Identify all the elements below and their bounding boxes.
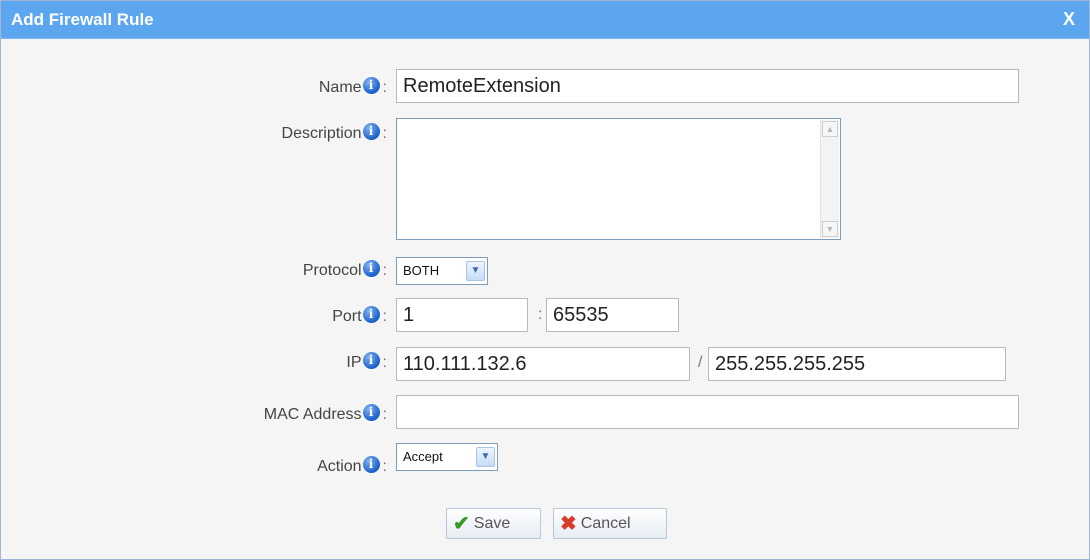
ip-label: IP bbox=[346, 354, 362, 371]
protocol-select[interactable]: BOTH ▼ bbox=[396, 257, 488, 285]
scroll-up-icon[interactable]: ▲ bbox=[822, 121, 838, 137]
info-icon[interactable]: i bbox=[362, 259, 380, 277]
info-icon[interactable]: i bbox=[362, 455, 380, 473]
chevron-down-icon[interactable]: ▼ bbox=[476, 447, 495, 467]
port-end-input[interactable]: 65535 bbox=[546, 298, 679, 332]
description-textarea[interactable]: ▲ ▼ bbox=[396, 118, 841, 240]
add-firewall-rule-dialog: Add Firewall Rule X Name i : RemoteExten… bbox=[0, 0, 1090, 560]
info-icon[interactable]: i bbox=[362, 305, 380, 323]
mac-address-input[interactable] bbox=[396, 395, 1019, 429]
scroll-down-icon[interactable]: ▼ bbox=[822, 221, 838, 237]
action-selected-value: Accept bbox=[403, 449, 443, 464]
cancel-button[interactable]: ✖ Cancel bbox=[553, 508, 667, 539]
mac-address-label: MAC Address bbox=[263, 406, 362, 423]
colon: : bbox=[382, 308, 387, 325]
protocol-label: Protocol bbox=[302, 262, 362, 279]
dialog-titlebar: Add Firewall Rule X bbox=[1, 1, 1089, 39]
protocol-selected-value: BOTH bbox=[403, 263, 440, 278]
colon: : bbox=[382, 79, 387, 96]
description-label-row: Description i : bbox=[281, 122, 387, 145]
cancel-button-label: Cancel bbox=[580, 514, 631, 532]
port-start-input[interactable]: 1 bbox=[396, 298, 528, 332]
name-label-row: Name i : bbox=[318, 76, 387, 99]
info-icon[interactable]: i bbox=[362, 122, 380, 140]
close-button[interactable]: X bbox=[1063, 9, 1075, 30]
description-label: Description bbox=[281, 125, 362, 142]
ip-address-input[interactable]: 110.111.132.6 bbox=[396, 347, 690, 381]
ip-label-row: IP i : bbox=[346, 351, 387, 374]
mac-address-label-row: MAC Address i : bbox=[263, 403, 387, 426]
info-icon[interactable]: i bbox=[362, 403, 380, 421]
textarea-scrollbar[interactable]: ▲ ▼ bbox=[820, 120, 839, 238]
colon: : bbox=[382, 354, 387, 371]
cross-icon: ✖ bbox=[560, 513, 577, 535]
chevron-down-icon[interactable]: ▼ bbox=[466, 261, 485, 281]
netmask-input[interactable]: 255.255.255.255 bbox=[708, 347, 1006, 381]
port-label-row: Port i : bbox=[332, 305, 387, 328]
colon: : bbox=[382, 262, 387, 279]
check-icon: ✔ bbox=[453, 513, 470, 535]
info-icon[interactable]: i bbox=[362, 351, 380, 369]
save-button[interactable]: ✔ Save bbox=[446, 508, 541, 539]
port-separator: : bbox=[538, 306, 543, 323]
action-label: Action bbox=[317, 458, 362, 475]
info-icon[interactable]: i bbox=[362, 76, 380, 94]
colon: : bbox=[382, 125, 387, 142]
name-label: Name bbox=[318, 79, 362, 96]
action-label-row: Action i : bbox=[317, 455, 387, 478]
dialog-title: Add Firewall Rule bbox=[11, 10, 154, 29]
colon: : bbox=[382, 406, 387, 423]
colon: : bbox=[382, 458, 387, 475]
action-select[interactable]: Accept ▼ bbox=[396, 443, 498, 471]
port-label: Port bbox=[332, 308, 362, 325]
ip-separator: / bbox=[698, 354, 703, 371]
save-button-label: Save bbox=[473, 514, 511, 532]
name-input[interactable]: RemoteExtension bbox=[396, 69, 1019, 103]
protocol-label-row: Protocol i : bbox=[302, 259, 387, 282]
